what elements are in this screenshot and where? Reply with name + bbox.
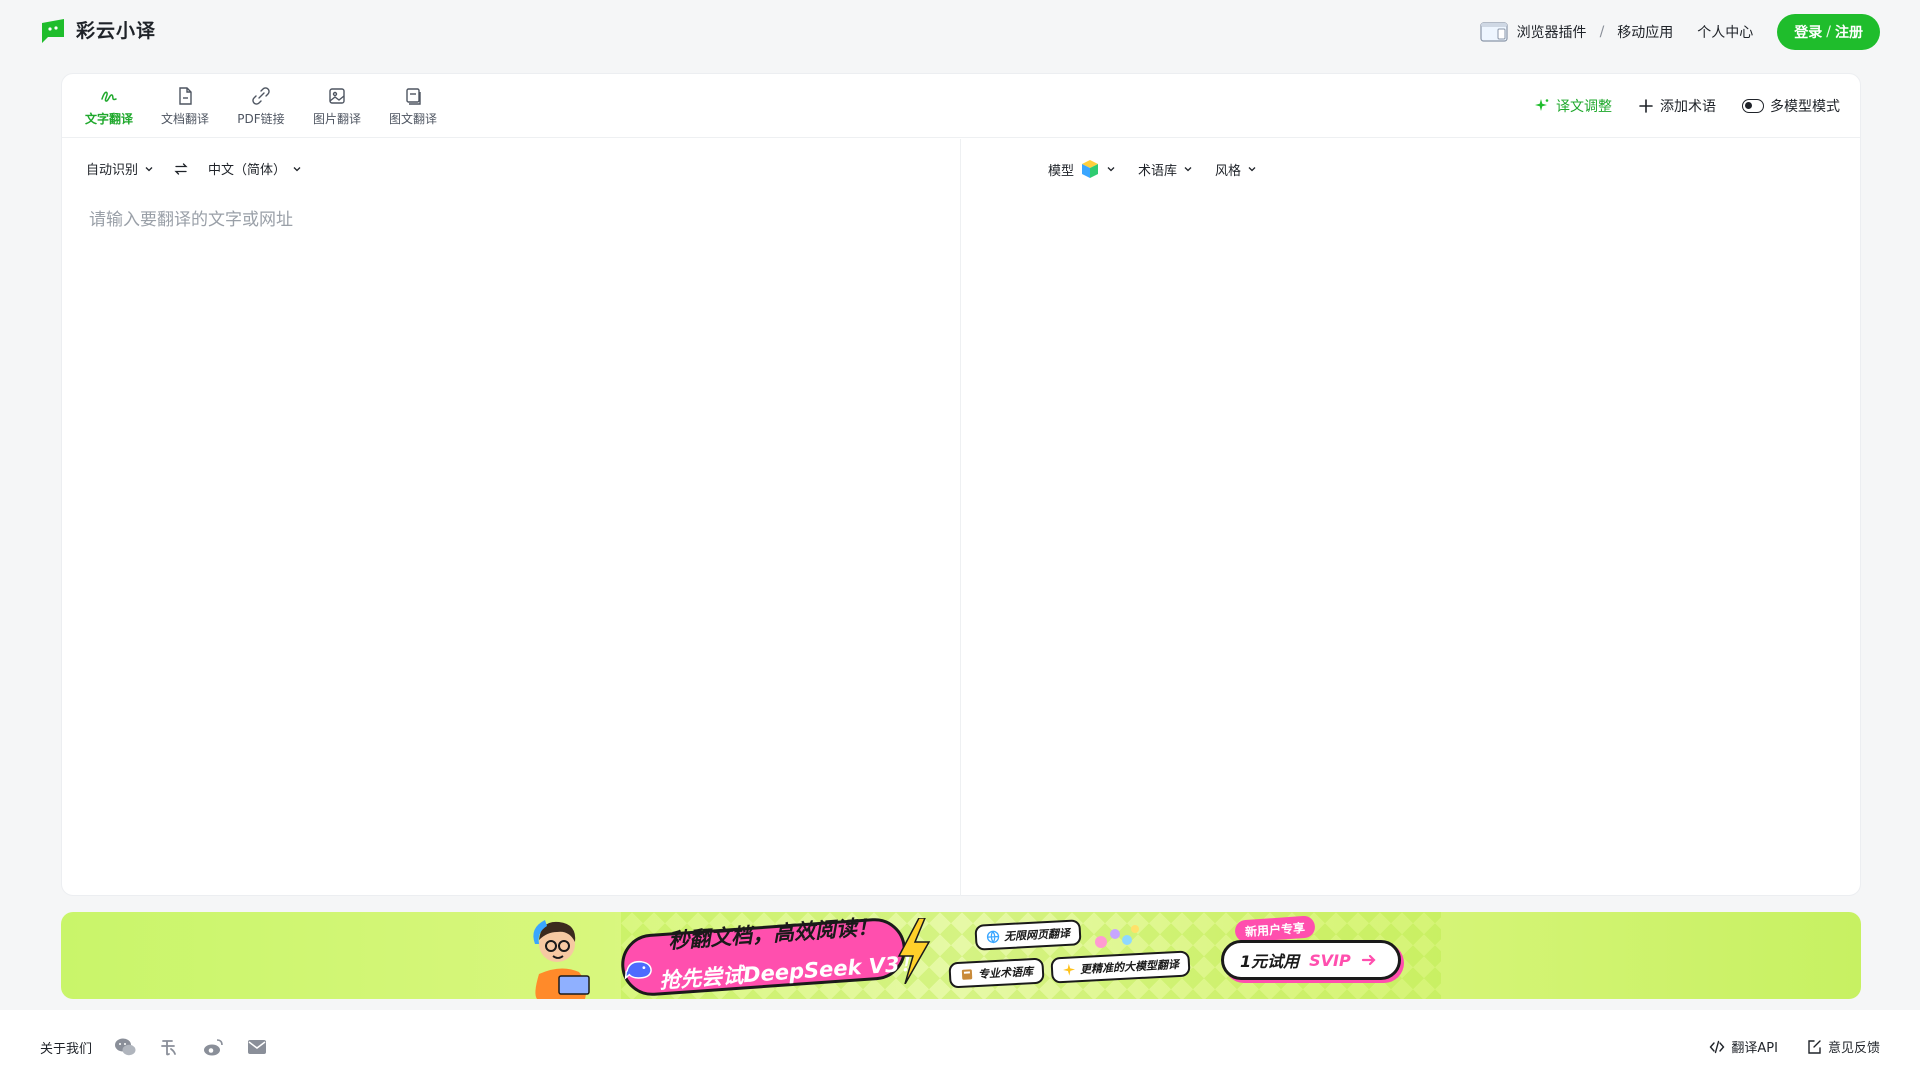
sparkle-icon bbox=[1063, 963, 1076, 976]
target-language-value: 中文（简体） bbox=[208, 163, 287, 178]
lightning-icon bbox=[897, 918, 931, 984]
edit-icon bbox=[1808, 1039, 1821, 1054]
glossary-label: 术语库 bbox=[1138, 163, 1178, 179]
svip-cta-prefix: 1元试用 bbox=[1240, 952, 1300, 971]
target-language-select[interactable]: 中文（简体） bbox=[208, 159, 302, 178]
mascot-illustration bbox=[533, 920, 590, 999]
feedback-link[interactable]: 意见反馈 bbox=[1806, 1037, 1880, 1056]
tab-image-translate[interactable]: 图片翻译 bbox=[302, 86, 372, 132]
source-text-input[interactable]: 请输入要翻译的文字或网址 bbox=[89, 205, 293, 230]
tab-pdf-link[interactable]: PDF链接 bbox=[226, 86, 296, 132]
translator-card: 文字翻译 文档翻译 PDF链接 图片翻译 图文翻译 译文调整 添加术语 多模型模… bbox=[61, 73, 1861, 896]
toggle-switch-icon[interactable] bbox=[1742, 99, 1764, 113]
tab-label: 文档翻译 bbox=[160, 112, 209, 126]
footer: 关于我们 翻译API 意见反馈 bbox=[0, 1010, 1920, 1080]
translate-api-link[interactable]: 翻译API bbox=[1709, 1037, 1778, 1056]
book-icon bbox=[961, 969, 973, 980]
deepseek-whale-icon bbox=[624, 960, 652, 980]
tab-label: 文字翻译 bbox=[84, 112, 133, 126]
adjust-label: 译文调整 bbox=[1556, 99, 1612, 115]
target-pane: 模型 术语库 风格 bbox=[962, 139, 1860, 896]
tab-label: 图文翻译 bbox=[388, 112, 437, 126]
login-register-button[interactable]: 登录 / 注册 bbox=[1777, 14, 1880, 50]
api-label: 翻译API bbox=[1731, 1041, 1778, 1056]
chevron-down-icon bbox=[293, 166, 301, 171]
plugin-separator: / bbox=[1599, 24, 1605, 40]
style-select[interactable]: 风格 bbox=[1215, 160, 1257, 179]
weibo-icon[interactable] bbox=[202, 1037, 224, 1057]
feedback-label: 意见反馈 bbox=[1827, 1041, 1880, 1056]
tab-label: 图片翻译 bbox=[312, 112, 361, 126]
plugin-mobile-link[interactable]: 浏览器插件 / 移动应用 bbox=[1479, 22, 1673, 42]
svip-trial-button[interactable]: 1元试用 SVIP bbox=[1221, 940, 1401, 980]
tab-image-text-translate[interactable]: 图文翻译 bbox=[378, 86, 448, 132]
chevron-down-icon bbox=[145, 166, 153, 171]
multi-model-label: 多模型模式 bbox=[1770, 99, 1840, 115]
svip-label: SVIP bbox=[1309, 950, 1351, 970]
tab-text-translate[interactable]: 文字翻译 bbox=[74, 86, 144, 132]
pen-icon bbox=[101, 91, 117, 102]
decorative-dots bbox=[1095, 925, 1139, 948]
login-separator: / bbox=[1826, 24, 1831, 40]
add-term-label: 添加术语 bbox=[1660, 99, 1716, 115]
tab-label: PDF链接 bbox=[237, 112, 285, 126]
code-icon bbox=[1709, 1040, 1725, 1053]
source-pane: 自动识别 中文（简体） 请输入要翻译的文字或网址 bbox=[62, 139, 961, 896]
chip-label: 专业术语库 bbox=[977, 965, 1034, 981]
source-language-value: 自动识别 bbox=[86, 163, 139, 178]
multi-model-toggle[interactable]: 多模型模式 bbox=[1742, 96, 1840, 116]
image-icon bbox=[329, 88, 345, 104]
tab-document-translate[interactable]: 文档翻译 bbox=[150, 86, 220, 132]
feature-chip-glossary: 专业术语库 bbox=[948, 957, 1045, 989]
model-cube-icon bbox=[1082, 160, 1099, 178]
mail-icon[interactable] bbox=[246, 1037, 268, 1057]
style-label: 风格 bbox=[1215, 163, 1242, 179]
model-label: 模型 bbox=[1048, 163, 1075, 179]
app-name: 彩云小译 bbox=[76, 20, 157, 42]
browser-plugin-link[interactable]: 浏览器插件 bbox=[1517, 22, 1587, 42]
chevron-down-icon bbox=[1248, 167, 1256, 172]
document-icon bbox=[179, 87, 192, 105]
chevron-down-icon bbox=[1184, 167, 1192, 172]
personal-center-link[interactable]: 个人中心 bbox=[1697, 22, 1753, 42]
logo-icon bbox=[42, 18, 64, 43]
source-language-select[interactable]: 自动识别 bbox=[86, 159, 154, 178]
browser-window-icon bbox=[1479, 22, 1508, 42]
arrow-right-icon bbox=[1361, 954, 1376, 966]
chip-label: 无限网页翻译 bbox=[1003, 926, 1071, 944]
logo[interactable]: 彩云小译 bbox=[40, 16, 156, 43]
link-icon bbox=[252, 87, 270, 105]
register-label: 注册 bbox=[1835, 25, 1863, 41]
wechat-icon[interactable] bbox=[114, 1037, 136, 1057]
image-text-icon bbox=[406, 88, 421, 105]
glossary-select[interactable]: 术语库 bbox=[1138, 160, 1193, 179]
top-header: 彩云小译 浏览器插件 / 移动应用 个人中心 登录 / 注册 bbox=[0, 0, 1920, 62]
model-select[interactable]: 模型 bbox=[1048, 159, 1116, 179]
feature-chip-web: 无限网页翻译 bbox=[974, 919, 1082, 951]
chevron-down-icon bbox=[1107, 167, 1115, 172]
swap-languages-icon[interactable] bbox=[174, 162, 188, 176]
login-label: 登录 bbox=[1794, 25, 1823, 41]
book-app-icon[interactable] bbox=[158, 1037, 180, 1057]
globe-icon bbox=[986, 930, 1000, 944]
sparkle-icon bbox=[1535, 99, 1549, 111]
add-term-button[interactable]: 添加术语 bbox=[1638, 96, 1716, 116]
mobile-app-link[interactable]: 移动应用 bbox=[1617, 22, 1673, 42]
promo-banner[interactable]: 秒翻文档，高效阅读！ 抢先尝试DeepSeek V3！ 无限网页翻译 专业术语库… bbox=[61, 912, 1861, 999]
chip-label: 更精准的大模型翻译 bbox=[1079, 957, 1180, 977]
plus-icon bbox=[1639, 99, 1653, 113]
about-us-link[interactable]: 关于我们 bbox=[40, 1038, 92, 1057]
mode-tabs: 文字翻译 文档翻译 PDF链接 图片翻译 图文翻译 译文调整 添加术语 多模型模… bbox=[62, 74, 1860, 138]
adjust-translation-button[interactable]: 译文调整 bbox=[1534, 96, 1612, 116]
